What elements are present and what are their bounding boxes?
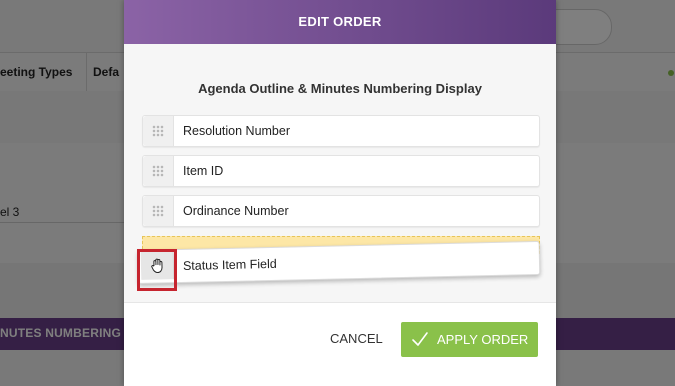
order-item-label: Ordinance Number bbox=[183, 204, 289, 218]
apply-order-button[interactable]: APPLY ORDER bbox=[401, 322, 538, 357]
modal-header: EDIT ORDER bbox=[124, 0, 556, 44]
edit-order-modal: EDIT ORDER Agenda Outline & Minutes Numb… bbox=[124, 0, 556, 386]
highlight-box bbox=[137, 249, 177, 291]
modal-subtitle: Agenda Outline & Minutes Numbering Displ… bbox=[198, 81, 482, 96]
order-item-label: Resolution Number bbox=[183, 124, 290, 138]
drag-handle[interactable] bbox=[143, 156, 174, 186]
order-item-resolution-number[interactable]: Resolution Number bbox=[142, 115, 540, 147]
order-item-label: Item ID bbox=[183, 164, 224, 178]
modal-footer-divider bbox=[124, 302, 556, 303]
drag-handle[interactable] bbox=[143, 196, 174, 226]
cancel-button[interactable]: CANCEL bbox=[330, 331, 383, 346]
drag-grip-icon bbox=[152, 205, 164, 217]
order-item-item-id[interactable]: Item ID bbox=[142, 155, 540, 187]
order-item-ordinance-number[interactable]: Ordinance Number bbox=[142, 195, 540, 227]
order-item-label: Status Item Field bbox=[182, 256, 277, 273]
apply-order-label: APPLY ORDER bbox=[437, 332, 529, 347]
drag-handle[interactable] bbox=[143, 116, 174, 146]
drag-grip-icon bbox=[152, 125, 164, 137]
check-icon bbox=[412, 332, 428, 346]
drag-grip-icon bbox=[152, 165, 164, 177]
modal-title: EDIT ORDER bbox=[298, 14, 382, 29]
